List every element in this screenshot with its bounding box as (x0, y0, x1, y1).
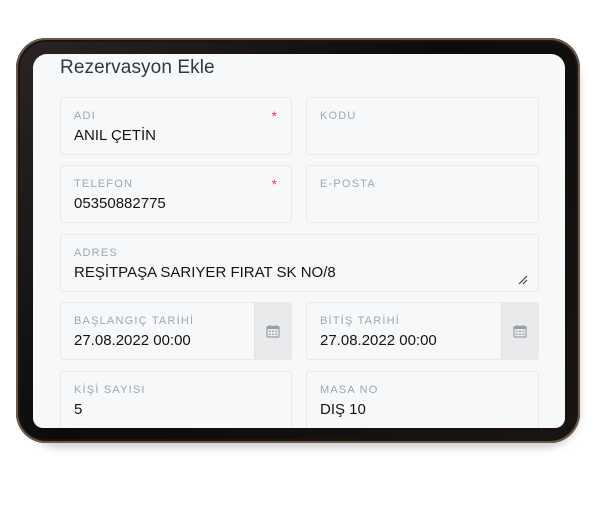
address-value: REŞİTPAŞA SARIYER FIRAT SK NO/8 (74, 264, 336, 281)
required-mark: * (271, 108, 277, 124)
reservation-form: Rezervasyon Ekle ADI * ANIL ÇETİN KODU T… (33, 54, 565, 428)
address-label: ADRES (74, 247, 118, 259)
phone-field[interactable]: TELEFON * 05350882775 (60, 165, 292, 223)
required-mark: * (271, 176, 277, 192)
resize-handle-icon[interactable] (518, 275, 528, 285)
start-date-value: 27.08.2022 00:00 (74, 332, 191, 349)
table-no-field[interactable]: MASA NO DIŞ 10 (306, 371, 539, 428)
guest-count-field[interactable]: KİŞİ SAYISI 5 (60, 371, 292, 428)
name-value: ANIL ÇETİN (74, 127, 156, 144)
start-date-label: BAŞLANGIÇ TARİHİ (74, 315, 195, 327)
phone-value: 05350882775 (74, 195, 166, 212)
email-field[interactable]: E-POSTA (306, 165, 539, 223)
code-field[interactable]: KODU (306, 97, 539, 155)
end-date-picker-button[interactable] (501, 303, 538, 359)
end-date-value: 27.08.2022 00:00 (320, 332, 437, 349)
page-title: Rezervasyon Ekle (60, 57, 215, 78)
calendar-icon (266, 325, 280, 338)
end-date-label: BİTİŞ TARİHİ (320, 315, 401, 327)
name-label: ADI (74, 110, 96, 122)
email-label: E-POSTA (320, 178, 376, 190)
table-no-label: MASA NO (320, 384, 379, 396)
name-field[interactable]: ADI * ANIL ÇETİN (60, 97, 292, 155)
end-date-field[interactable]: BİTİŞ TARİHİ 27.08.2022 00:00 (306, 302, 539, 360)
guest-count-label: KİŞİ SAYISI (74, 384, 146, 396)
phone-label: TELEFON (74, 178, 134, 190)
table-no-value: DIŞ 10 (320, 401, 366, 418)
guest-count-value: 5 (74, 401, 83, 418)
start-date-field[interactable]: BAŞLANGIÇ TARİHİ 27.08.2022 00:00 (60, 302, 292, 360)
start-date-picker-button[interactable] (254, 303, 291, 359)
address-textarea[interactable]: ADRES REŞİTPAŞA SARIYER FIRAT SK NO/8 (60, 234, 539, 292)
calendar-icon (513, 325, 527, 338)
code-label: KODU (320, 110, 357, 122)
